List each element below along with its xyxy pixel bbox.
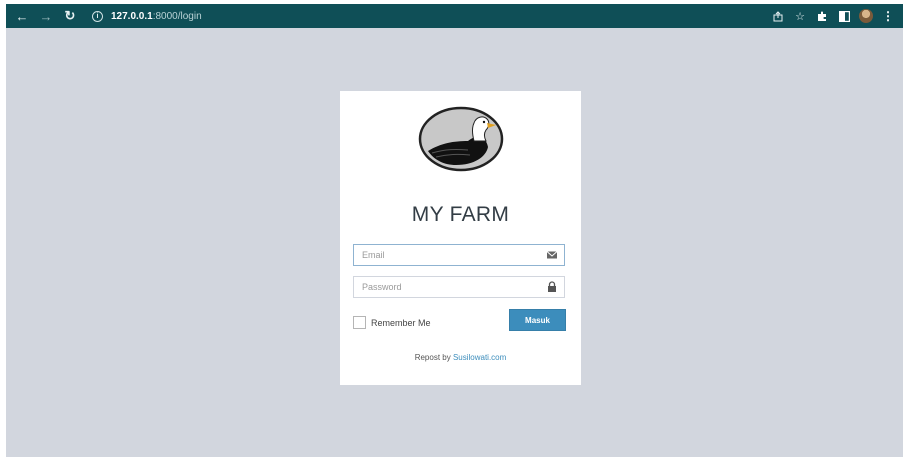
password-input[interactable] (354, 277, 542, 297)
password-field[interactable] (353, 276, 565, 298)
remember-me-checkbox[interactable] (353, 316, 366, 329)
url-path: :8000/login (152, 10, 202, 22)
page-viewport: MY FARM Remember Me Masuk Repost by Susi… (6, 28, 903, 457)
page-title: MY FARM (411, 203, 510, 226)
login-box: MY FARM Remember Me Masuk Repost by Susi… (340, 91, 581, 385)
footer-prefix: Repost by (414, 353, 453, 362)
email-input[interactable] (354, 245, 542, 265)
forward-icon[interactable]: → (38, 8, 54, 24)
back-icon[interactable]: ← (14, 8, 30, 24)
info-icon[interactable]: i (92, 10, 103, 22)
address-bar[interactable]: i 127.0.0.1:8000/login (92, 10, 202, 22)
remember-me-label: Remember Me (371, 317, 431, 328)
reload-icon[interactable]: ↻ (62, 8, 78, 24)
envelope-icon (546, 251, 558, 259)
menu-icon[interactable]: ⋮ (881, 9, 895, 23)
lock-icon (548, 281, 556, 292)
duck-logo-icon (418, 106, 504, 172)
footer-link[interactable]: Susilowati.com (453, 353, 506, 362)
star-icon[interactable]: ☆ (793, 9, 807, 23)
profile-avatar[interactable] (859, 9, 873, 23)
browser-toolbar: ← → ↻ i 127.0.0.1:8000/login ☆ ⋮ (6, 4, 903, 28)
extensions-icon[interactable] (815, 9, 829, 23)
url-host: 127.0.0.1 (111, 10, 153, 22)
email-field[interactable] (353, 244, 565, 266)
sidepanel-icon[interactable] (837, 9, 851, 23)
remember-me[interactable]: Remember Me (353, 316, 431, 329)
footer-credit: Repost by Susilowati.com (340, 353, 581, 362)
submit-button[interactable]: Masuk (509, 309, 566, 331)
share-icon[interactable] (771, 9, 785, 23)
